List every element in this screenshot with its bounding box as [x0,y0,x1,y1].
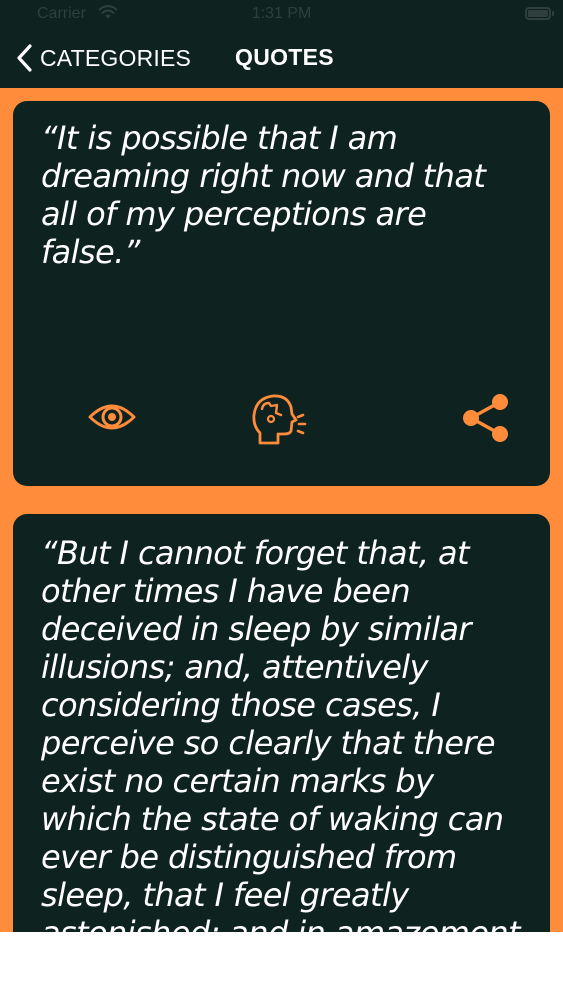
battery-icon [525,7,554,20]
view-button[interactable] [87,397,137,437]
back-button-label: CATEGORIES [40,44,192,71]
status-bar: Carrier 1:31 PM [0,0,563,28]
eye-icon [88,404,136,430]
status-time: 1:31 PM [251,5,312,22]
top-bar: Carrier 1:31 PM CATEGORIES QUOTES [0,0,563,88]
quote-card: “It is possible that I am dreaming right… [13,101,550,486]
app-screen: Carrier 1:31 PM CATEGORIES QUOTES “It is… [0,0,563,932]
quote-text: “But I cannot forget that, at other time… [41,534,521,932]
speaking-head-icon [252,394,307,445]
quote-text: “It is possible that I am dreaming right… [41,119,486,271]
speak-button[interactable] [251,393,311,447]
back-button[interactable]: CATEGORIES [14,40,191,76]
share-button[interactable] [461,393,511,443]
page-title: QUOTES [235,44,334,70]
share-icon [463,394,508,442]
chevron-left-icon [17,44,32,72]
quote-card: “But I cannot forget that, at other time… [13,514,550,932]
navigation-bar: CATEGORIES QUOTES [0,40,563,80]
